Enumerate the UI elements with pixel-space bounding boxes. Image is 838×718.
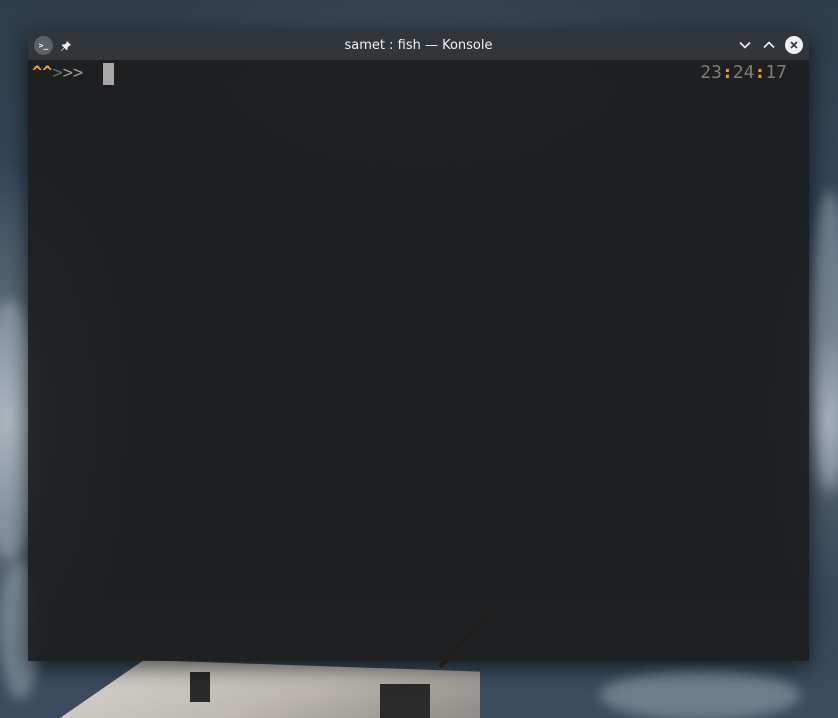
- clock-minutes: 24: [732, 62, 755, 83]
- prompt-arrow: >: [52, 63, 63, 83]
- close-button[interactable]: [785, 36, 803, 54]
- prompt-arrows: >>: [62, 63, 84, 83]
- shell-prompt: ^^>>>: [32, 62, 83, 84]
- window-titlebar[interactable]: >_ samet : fish — Konsole: [28, 31, 809, 60]
- chevron-down-icon: [739, 41, 751, 49]
- wallpaper-station-detail: [190, 672, 210, 702]
- clock-hours: 23: [700, 62, 722, 83]
- konsole-terminal-icon[interactable]: >_: [34, 36, 53, 55]
- text-cursor: [103, 63, 114, 85]
- pin-icon[interactable]: [59, 39, 73, 53]
- chevron-up-icon: [763, 41, 775, 49]
- clock-separator: :: [754, 62, 766, 83]
- clock-separator: :: [721, 62, 733, 83]
- clock-seconds: 17: [765, 62, 787, 83]
- app-icon-glyph: >_: [38, 41, 49, 50]
- prompt-carets: ^^: [32, 63, 53, 83]
- wallpaper-cloud: [600, 670, 800, 718]
- wallpaper-station-detail: [380, 684, 430, 718]
- maximize-button[interactable]: [761, 35, 777, 55]
- close-icon: [790, 41, 798, 49]
- window-title: samet : fish — Konsole: [344, 38, 493, 53]
- wallpaper-cloud: [810, 190, 838, 490]
- konsole-window: >_ samet : fish — Konsole ^^>>> 23:24:17: [28, 31, 809, 661]
- minimize-button[interactable]: [737, 35, 753, 55]
- prompt-clock: 23:24:17: [700, 62, 787, 84]
- terminal-area[interactable]: ^^>>> 23:24:17: [28, 60, 809, 661]
